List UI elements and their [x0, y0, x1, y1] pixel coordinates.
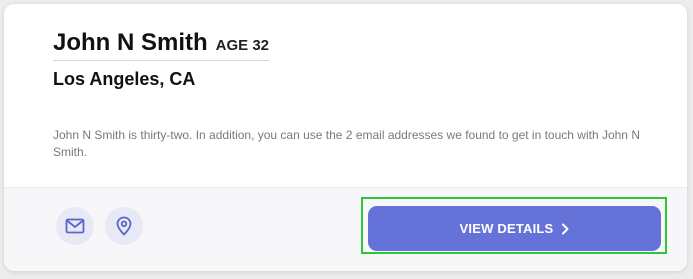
name-underline [53, 60, 269, 61]
chevron-right-icon [561, 223, 569, 235]
person-name[interactable]: John N Smith [53, 29, 208, 57]
person-description: John N Smith is thirty-two. In addition,… [53, 128, 640, 159]
email-button[interactable] [56, 207, 94, 245]
map-pin-icon [116, 216, 132, 236]
name-row: John N Smith AGE 32 [53, 29, 269, 57]
location-button[interactable] [105, 207, 143, 245]
person-age: AGE 32 [215, 37, 270, 54]
view-details-label: VIEW DETAILS [459, 221, 554, 236]
person-location: Los Angeles, CA [53, 69, 196, 89]
view-details-button[interactable]: VIEW DETAILS [368, 206, 661, 251]
envelope-icon [65, 218, 85, 234]
